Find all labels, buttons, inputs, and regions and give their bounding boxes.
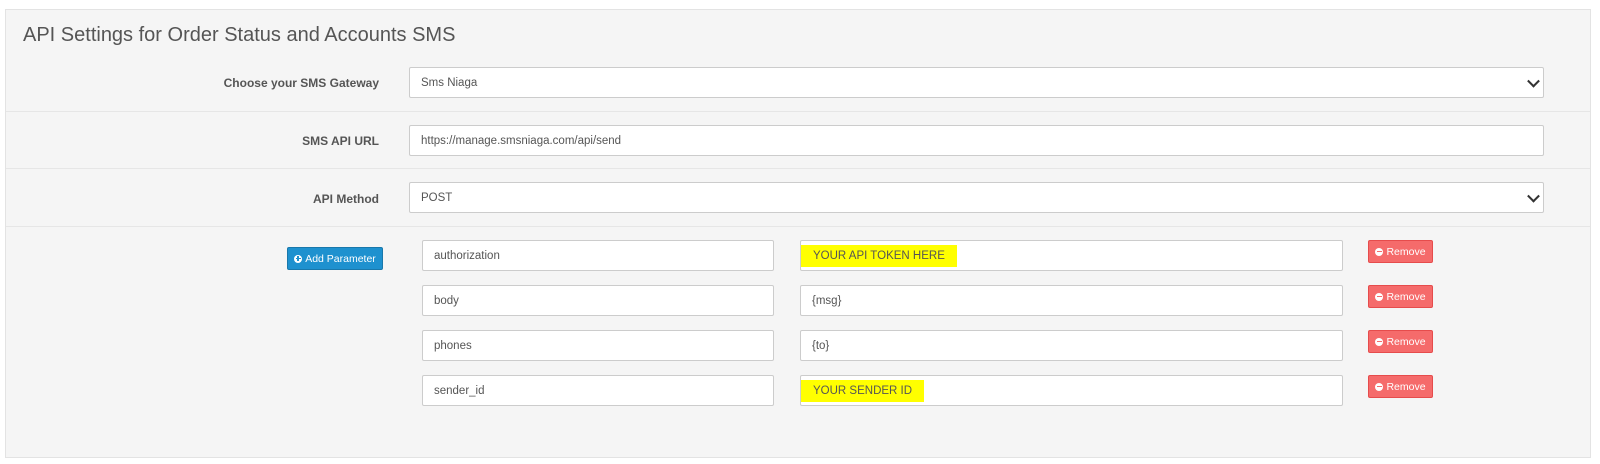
parameter-key-input[interactable]: authorization	[422, 240, 774, 271]
api-url-label: SMS API URL	[302, 134, 379, 148]
parameter-key-value: body	[434, 294, 459, 307]
parameter-key-input[interactable]: sender_id	[422, 375, 774, 406]
parameter-value-input[interactable]: YOUR SENDER ID	[800, 375, 1343, 406]
remove-label: Remove	[1386, 380, 1426, 393]
parameter-key-value: phones	[434, 339, 472, 352]
remove-label: Remove	[1386, 245, 1426, 258]
row-divider	[6, 168, 1590, 169]
remove-parameter-button[interactable]: Remove	[1368, 330, 1433, 353]
gateway-select[interactable]: Sms Niaga	[409, 67, 1544, 98]
panel-title: API Settings for Order Status and Accoun…	[23, 24, 456, 46]
gateway-label: Choose your SMS Gateway	[223, 76, 379, 90]
parameter-key-input[interactable]: phones	[422, 330, 774, 361]
remove-label: Remove	[1386, 290, 1426, 303]
parameter-value-highlight: YOUR SENDER ID	[801, 379, 925, 402]
minus-circle-icon	[1375, 382, 1384, 391]
parameter-key-value: sender_id	[434, 384, 485, 397]
api-settings-panel: API Settings for Order Status and Accoun…	[5, 9, 1591, 458]
api-url-value: https://manage.smsniaga.com/api/send	[421, 134, 622, 147]
gateway-select-value: Sms Niaga	[421, 76, 478, 89]
chevron-down-icon	[1527, 74, 1540, 88]
remove-label: Remove	[1386, 335, 1426, 348]
remove-parameter-button[interactable]: Remove	[1368, 285, 1433, 308]
remove-parameter-button[interactable]: Remove	[1368, 375, 1433, 398]
parameter-key-value: authorization	[434, 249, 500, 262]
api-url-input[interactable]: https://manage.smsniaga.com/api/send	[409, 125, 1544, 156]
plus-circle-icon	[294, 254, 303, 263]
remove-parameter-button[interactable]: Remove	[1368, 240, 1433, 263]
api-method-select[interactable]: POST	[409, 182, 1544, 213]
api-method-label: API Method	[313, 192, 379, 206]
row-divider	[6, 111, 1590, 112]
parameter-key-input[interactable]: body	[422, 285, 774, 316]
parameter-value-highlight: YOUR API TOKEN HERE	[801, 244, 957, 267]
minus-circle-icon	[1375, 247, 1384, 256]
api-method-select-value: POST	[421, 191, 453, 204]
row-divider	[6, 226, 1590, 227]
minus-circle-icon	[1375, 292, 1384, 301]
parameter-value-text: {to}	[812, 339, 830, 352]
parameter-value-text: {msg}	[812, 294, 842, 307]
minus-circle-icon	[1375, 337, 1384, 346]
parameter-value-input[interactable]: {to}	[800, 330, 1343, 361]
parameter-value-input[interactable]: YOUR API TOKEN HERE	[800, 240, 1343, 271]
add-parameter-label: Add Parameter	[305, 252, 376, 265]
add-parameter-button[interactable]: Add Parameter	[287, 247, 383, 270]
chevron-down-icon	[1527, 189, 1540, 203]
parameter-value-input[interactable]: {msg}	[800, 285, 1343, 316]
